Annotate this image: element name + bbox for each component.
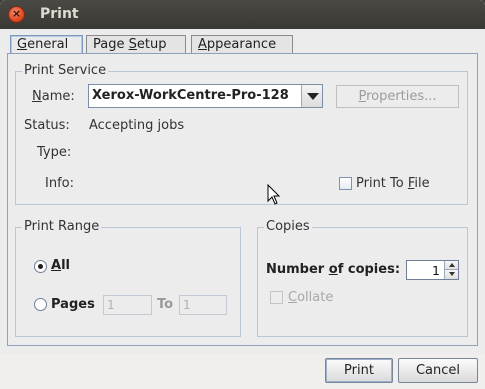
tab-label-mnemonic: A [198,37,207,52]
copies-stepper[interactable]: 1 [406,260,459,280]
all-label-text: ll [61,258,70,273]
print-to-file-text-rest: ile [414,176,430,191]
number-of-copies-text-rest: f copies: [337,262,401,277]
print-button[interactable]: Print [325,358,393,383]
name-label: Name: [32,89,75,104]
collate-label-text: ollate [297,290,334,305]
properties-mnemonic: P [358,89,367,104]
collate-checkbox[interactable] [270,291,283,304]
collate-label[interactable]: Collate [288,290,333,305]
properties-button[interactable]: Properties... [336,85,459,108]
cancel-button[interactable]: Cancel [398,358,478,383]
title-bar: × Print [0,0,485,29]
status-value: Accepting jobs [89,118,185,133]
number-of-copies-text: Number [266,262,329,277]
print-to-file-text: Print To [356,176,408,191]
pages-to-input[interactable]: 1 [179,295,227,315]
window-title: Print [40,6,79,22]
print-range-title: Print Range [22,219,102,234]
copies-group: Copies [257,219,468,337]
to-label: To [157,297,174,312]
close-icon[interactable]: × [8,6,25,23]
increment-icon[interactable] [444,261,458,270]
status-label: Status: [24,118,70,133]
copies-value[interactable]: 1 [432,263,440,278]
tab-label-mnemonic: G [17,37,28,52]
pages-mnemonic: g [68,297,79,312]
type-label: Type: [37,145,72,160]
print-range-group: Print Range [15,219,241,337]
print-service-title: Print Service [22,63,109,78]
tab-label: Page [93,37,129,52]
mouse-cursor-icon [267,184,281,205]
collate-mnemonic: C [288,290,298,305]
info-label: Info: [45,176,74,191]
print-to-file-checkbox[interactable] [339,177,352,190]
pages-label-text-rest: es [78,297,95,312]
decrement-icon[interactable] [444,270,458,279]
chevron-down-icon[interactable] [301,85,322,107]
pages-from-input[interactable]: 1 [103,295,152,315]
pages-label[interactable]: Pages [51,297,95,312]
all-label[interactable]: All [51,258,70,273]
number-of-copies-mnemonic: o [328,262,338,277]
pages-label-text: Pa [51,297,69,312]
tab-label: etup [136,37,167,52]
tab-label: ppearance [206,37,277,52]
print-dialog: × Print General Page Setup Appearance Pr… [0,0,485,389]
printer-select[interactable]: Xerox-WorkCentre-Pro-128 [88,84,323,108]
tab-general[interactable]: General [10,35,83,54]
tab-label-mnemonic: S [128,37,137,52]
name-label-mnemonic: N [32,89,42,104]
tab-page-setup[interactable]: Page Setup [86,35,186,54]
pages-radio[interactable] [34,298,47,311]
number-of-copies-label: Number of copies: [266,262,400,277]
all-radio[interactable] [34,260,47,273]
printer-select-value: Xerox-WorkCentre-Pro-128 [92,88,289,103]
tab-appearance[interactable]: Appearance [191,35,293,54]
all-mnemonic: A [51,258,62,273]
print-to-file-label[interactable]: Print To File [356,176,430,191]
tab-label: eneral [27,37,69,52]
copies-title: Copies [264,219,312,234]
properties-label: roperties... [366,89,437,104]
name-label-text: ame: [41,89,75,104]
